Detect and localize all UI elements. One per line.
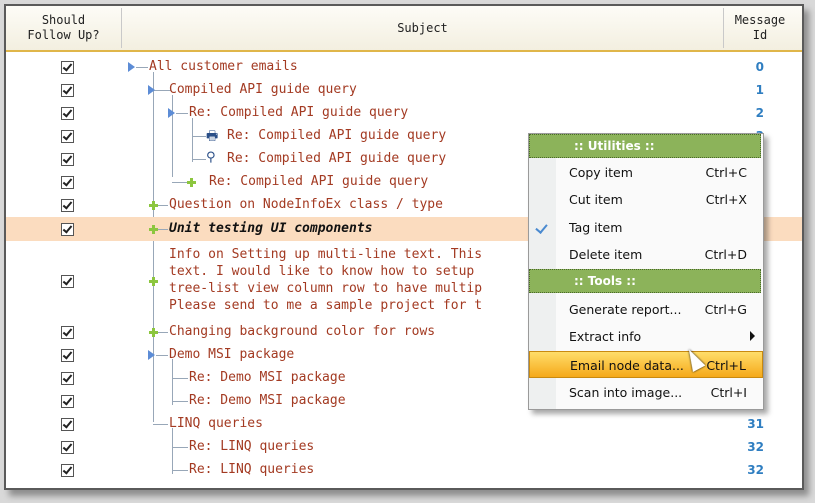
follow-up-checkbox[interactable]: [61, 61, 74, 74]
follow-up-checkbox[interactable]: [61, 107, 74, 120]
printer-icon: 🖶: [206, 129, 219, 144]
subject-text: LINQ queries: [169, 416, 263, 431]
follow-up-checkbox[interactable]: [61, 464, 74, 477]
menu-item-tag[interactable]: Tag item: [529, 214, 763, 241]
follow-up-checkbox[interactable]: [61, 441, 74, 454]
context-menu: :: Utilities :: Copy item Ctrl+C Cut ite…: [528, 133, 764, 410]
arrow-icon[interactable]: [128, 62, 135, 72]
binoculars-icon: ⚲: [206, 150, 216, 165]
subject-text: Re: LINQ queries: [189, 439, 315, 454]
column-header-message-id[interactable]: Message Id: [724, 6, 796, 50]
menu-item-cut[interactable]: Cut item Ctrl+X: [529, 186, 763, 213]
message-id: 0: [755, 60, 764, 74]
menu-header-tools: :: Tools ::: [529, 269, 761, 293]
follow-up-checkbox[interactable]: [61, 130, 74, 143]
menu-item-generate-report[interactable]: Generate report... Ctrl+G: [529, 296, 763, 323]
subject-text: Re: Demo MSI package: [189, 370, 346, 385]
table-row[interactable]: Re: Compiled API guide query 2: [6, 102, 802, 125]
column-header-bar: Should Follow Up? Subject Message Id: [6, 6, 802, 52]
menu-item-delete[interactable]: Delete item Ctrl+D: [529, 241, 763, 268]
message-id: 2: [755, 106, 764, 120]
subject-text: Info on Setting up multi-line text. This…: [169, 247, 483, 313]
subject-text: Changing background color for rows: [169, 324, 436, 339]
message-id: 32: [747, 440, 764, 454]
subject-text: Re: Compiled API guide query: [209, 174, 429, 189]
follow-up-checkbox[interactable]: [61, 372, 74, 385]
follow-up-checkbox[interactable]: [61, 84, 74, 97]
follow-up-checkbox[interactable]: [61, 349, 74, 362]
menu-header-utilities: :: Utilities ::: [529, 134, 761, 158]
subject-text: Re: Compiled API guide query: [189, 105, 409, 120]
follow-up-checkbox[interactable]: [61, 153, 74, 166]
plus-icon[interactable]: [187, 178, 196, 187]
menu-item-copy[interactable]: Copy item Ctrl+C: [529, 159, 763, 186]
menu-item-scan-into-image[interactable]: Scan into image... Ctrl+I: [529, 379, 763, 406]
follow-up-checkbox[interactable]: [61, 199, 74, 212]
follow-up-checkbox[interactable]: [61, 176, 74, 189]
follow-up-checkbox[interactable]: [61, 275, 74, 288]
message-id: 32: [747, 463, 764, 477]
plus-icon[interactable]: [149, 277, 158, 286]
column-header-follow-up[interactable]: Should Follow Up?: [6, 6, 121, 50]
subject-text: Demo MSI package: [169, 347, 295, 362]
subject-text: All customer emails: [149, 59, 298, 74]
message-id: 1: [755, 83, 764, 97]
table-row[interactable]: LINQ queries 31: [6, 413, 802, 436]
plus-icon[interactable]: [149, 201, 158, 210]
subject-text: Question on NodeInfoEx class / type: [169, 197, 443, 212]
plus-icon[interactable]: [149, 225, 158, 234]
arrow-icon[interactable]: [148, 350, 155, 360]
subject-text: Compiled API guide query: [169, 82, 357, 97]
table-row[interactable]: All customer emails 0: [6, 56, 802, 79]
column-header-subject[interactable]: Subject: [122, 6, 723, 50]
subject-text: Unit testing UI components: [169, 221, 373, 236]
arrow-icon[interactable]: [148, 85, 155, 95]
follow-up-checkbox[interactable]: [61, 395, 74, 408]
follow-up-checkbox[interactable]: [61, 326, 74, 339]
checkmark-icon: [535, 221, 548, 234]
subject-text: Re: Compiled API guide query: [227, 151, 447, 166]
table-row[interactable]: Compiled API guide query 1: [6, 79, 802, 102]
subject-text: Re: Demo MSI package: [189, 393, 346, 408]
plus-icon[interactable]: [149, 328, 158, 337]
menu-item-email-node-data[interactable]: Email node data... Ctrl+L: [529, 351, 763, 378]
menu-item-extract-info[interactable]: Extract info: [529, 323, 763, 350]
table-row[interactable]: Re: LINQ queries 32: [6, 459, 802, 482]
follow-up-checkbox[interactable]: [61, 418, 74, 431]
message-id: 31: [747, 417, 764, 431]
submenu-arrow-icon: [750, 331, 755, 341]
follow-up-checkbox[interactable]: [61, 223, 74, 236]
table-row[interactable]: Re: LINQ queries 32: [6, 436, 802, 459]
arrow-icon[interactable]: [168, 108, 175, 118]
subject-text: Re: Compiled API guide query: [227, 128, 447, 143]
subject-text: Re: LINQ queries: [189, 462, 315, 477]
